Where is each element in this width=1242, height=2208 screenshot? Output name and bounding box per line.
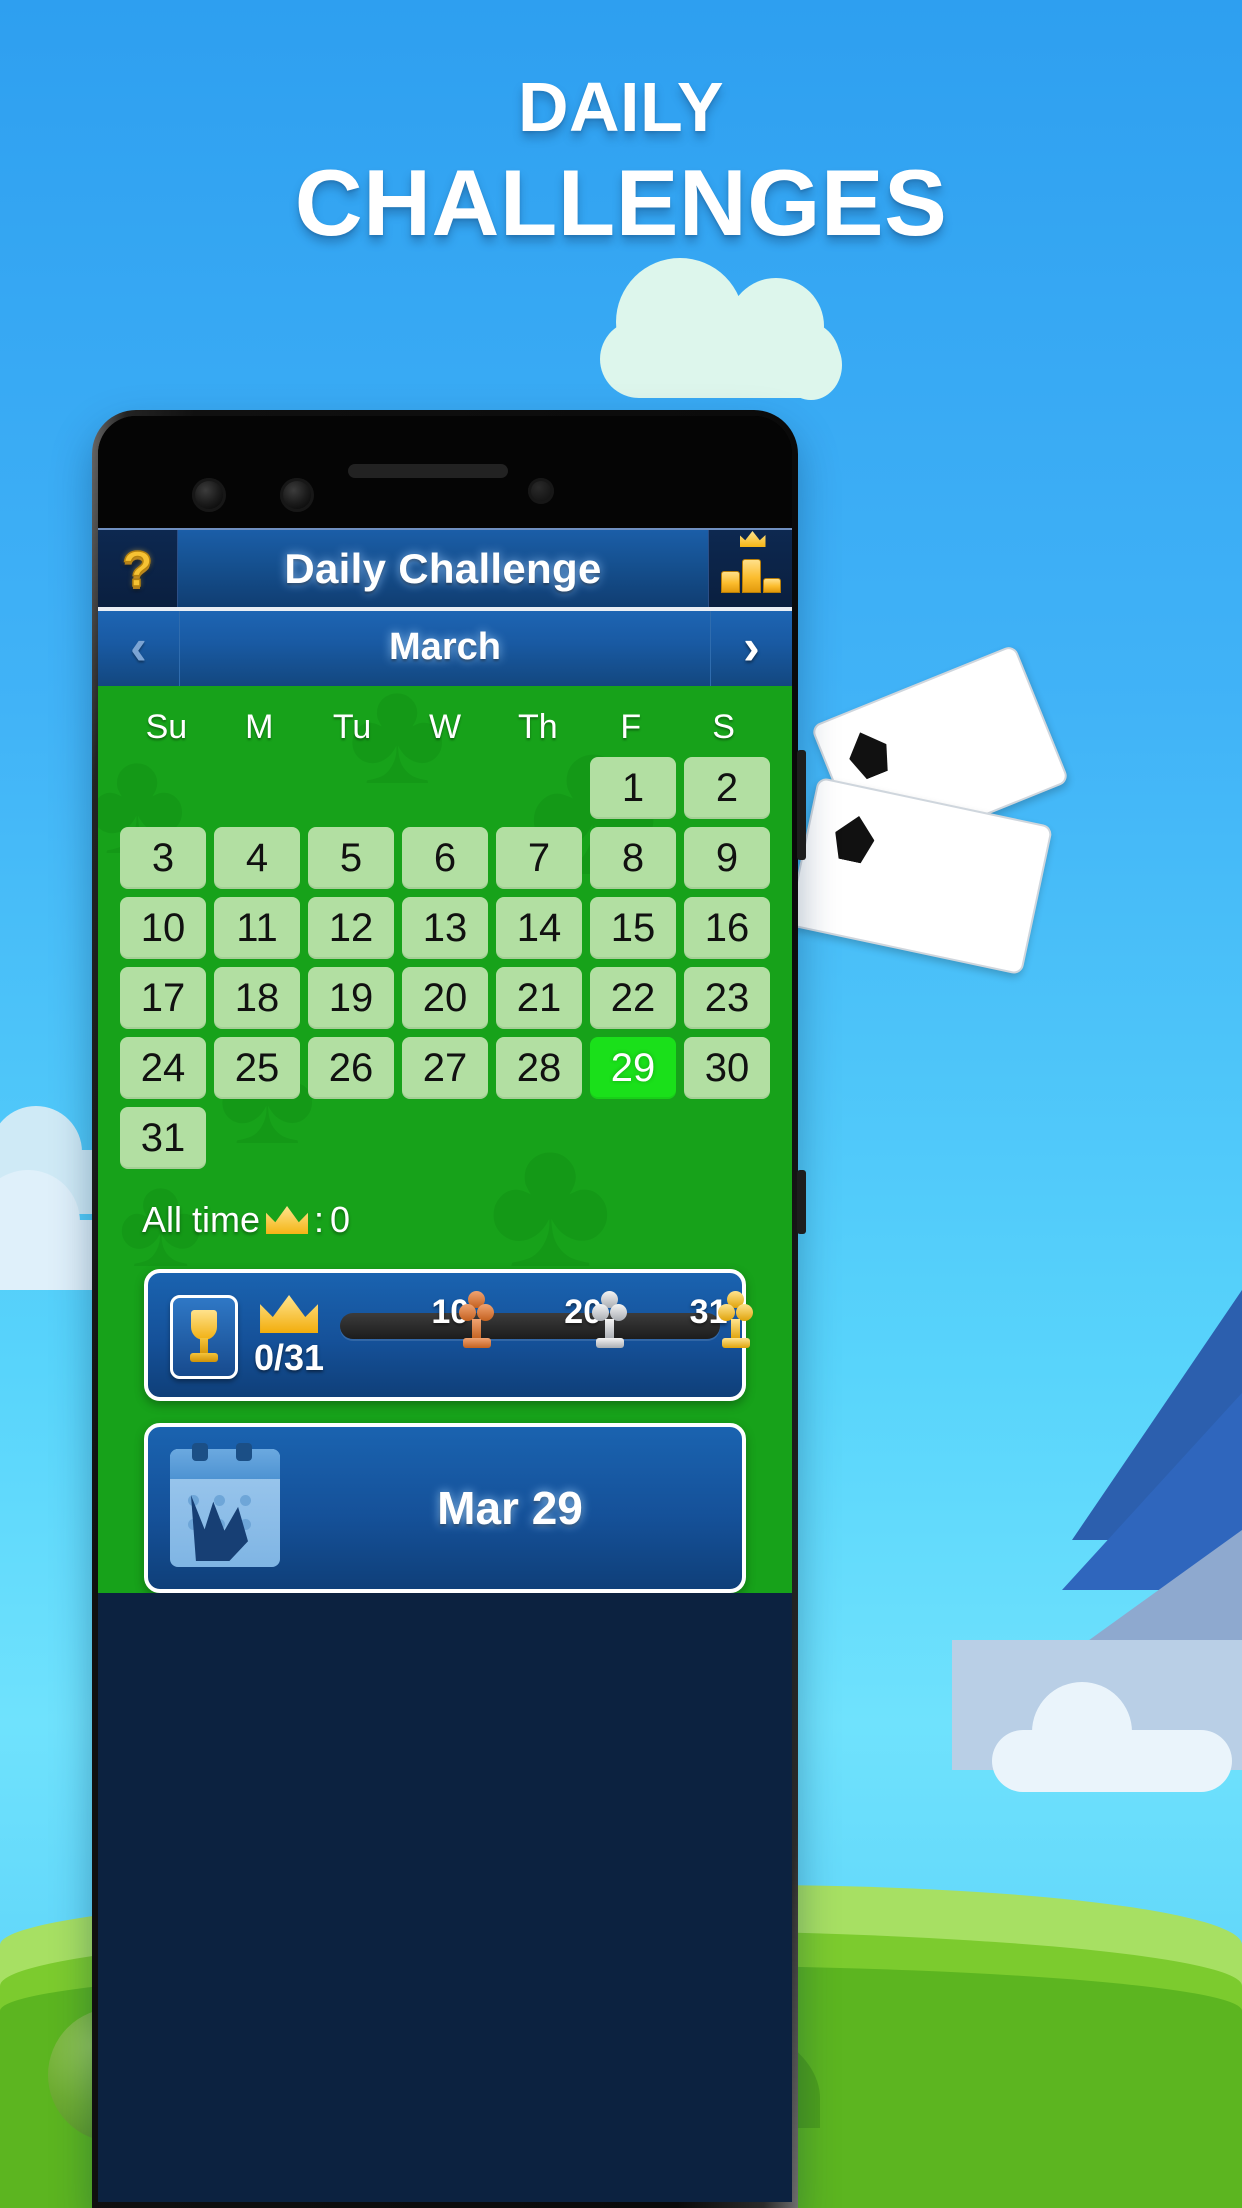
weekday-header: Su	[145, 708, 188, 746]
milestone-silver: 20	[535, 1291, 631, 1348]
app-title-container: Daily Challenge	[178, 530, 708, 608]
calendar-cell[interactable]: 7	[496, 827, 582, 889]
calendar-cell[interactable]: 23	[684, 967, 770, 1029]
milestone-bronze: 10	[402, 1291, 498, 1348]
daily-challenge-card[interactable]: Mar 29	[144, 1423, 746, 1593]
calendar-cell[interactable]: 22	[590, 967, 676, 1029]
all-time-value: 0	[330, 1199, 351, 1240]
app-screen: ? Daily Challenge ‹ March › ♣ ♣ ♣ ♣ Su M…	[98, 528, 792, 2202]
calendar-cell[interactable]: 8	[590, 827, 676, 889]
phone-bezel	[98, 416, 792, 528]
progress-count: 0/31	[254, 1337, 325, 1378]
calendar-cell[interactable]: 14	[496, 897, 582, 959]
calendar-cell-today[interactable]: 29	[590, 1037, 676, 1099]
crown-icon	[260, 1295, 319, 1333]
calendar-cell[interactable]: 11	[214, 897, 300, 959]
calendar-cell[interactable]: 24	[120, 1037, 206, 1099]
weekday-header: F	[620, 708, 642, 746]
trophy-card-icon[interactable]	[170, 1295, 238, 1379]
current-month-label: March	[389, 625, 501, 668]
calendar-cell[interactable]: 25	[214, 1037, 300, 1099]
calendar-cell[interactable]: 17	[120, 967, 206, 1029]
podium-crown-icon	[720, 531, 781, 593]
calendar-cell-empty	[496, 757, 582, 819]
calendar-board: ♣ ♣ ♣ ♣ ♣ ♣ SuMTuWThFS 12345678910111213…	[98, 686, 792, 1593]
calendar-cell[interactable]: 26	[308, 1037, 394, 1099]
calendar-cell[interactable]: 18	[214, 967, 300, 1029]
weekday-header: W	[428, 708, 462, 746]
calendar-cell-empty	[120, 757, 206, 819]
calendar-cell[interactable]: 19	[308, 967, 394, 1029]
calendar-cell[interactable]: 4	[214, 827, 300, 889]
camera-icon	[280, 478, 314, 512]
calendar-grid: 1 2 3 4 5 6 7 8 9 10 11 12 13 14 15 16 17 18 19 20 21 22 23 24 2…	[120, 757, 770, 1169]
calendar-cell[interactable]: 5	[308, 827, 394, 889]
all-time-label: All time	[142, 1199, 261, 1240]
weekday-header: S	[712, 708, 735, 746]
screenshot-stage: DAILY CHALLENGES ? Daily Challenge ‹ Mar…	[0, 0, 1242, 2208]
calendar-cell[interactable]: 31	[120, 1107, 206, 1169]
progress-track: 10 20 31	[340, 1291, 753, 1383]
calendar-cell[interactable]: 3	[120, 827, 206, 889]
calendar-cell-empty	[402, 757, 488, 819]
volume-button	[797, 750, 806, 860]
progress-panel[interactable]: 0/31 10 20 31	[144, 1269, 753, 1401]
calendar-hand-icon	[170, 1443, 280, 1567]
calendar-cell[interactable]: 21	[496, 967, 582, 1029]
milestone-gold: 31	[661, 1291, 757, 1348]
calendar-cell[interactable]: 28	[496, 1037, 582, 1099]
calendar-cell[interactable]: 15	[590, 897, 676, 959]
weekday-header: Th	[518, 708, 558, 746]
next-month-button[interactable]: ›	[710, 608, 792, 686]
hero-line-2: CHALLENGES	[294, 150, 948, 255]
all-time-row: All time : 0	[120, 1169, 770, 1263]
sensor-icon	[528, 478, 554, 504]
help-button[interactable]: ?	[98, 530, 178, 608]
all-time-separator: :	[314, 1199, 325, 1240]
cloud-decoration	[780, 330, 842, 400]
calendar-cell[interactable]: 6	[402, 827, 488, 889]
phone-mockup: ? Daily Challenge ‹ March › ♣ ♣ ♣ ♣ Su M…	[92, 410, 806, 2208]
cloud-decoration	[992, 1682, 1232, 1792]
calendar-cell[interactable]: 16	[684, 897, 770, 959]
month-navigation: ‹ March ›	[98, 608, 792, 686]
challenge-date-label: Mar 29	[437, 1482, 583, 1534]
hero-title: DAILY CHALLENGES	[0, 72, 1242, 250]
prev-month-button[interactable]: ‹	[98, 608, 180, 686]
calendar-cell[interactable]: 30	[684, 1037, 770, 1099]
calendar-cell[interactable]: 10	[120, 897, 206, 959]
app-header: ? Daily Challenge	[98, 528, 792, 611]
page-title: Daily Challenge	[284, 545, 602, 592]
camera-icon	[192, 478, 226, 512]
power-button	[797, 1170, 806, 1234]
weekday-header-row: Su M Tu W Th F S	[120, 696, 770, 757]
calendar-cell[interactable]: 27	[402, 1037, 488, 1099]
calendar-cell[interactable]: 13	[402, 897, 488, 959]
weekday-header: M	[245, 708, 274, 746]
calendar-cell[interactable]: 2	[684, 757, 770, 819]
speaker-grill	[348, 464, 508, 478]
weekday-header: Tu	[332, 708, 372, 746]
calendar-cell[interactable]: 9	[684, 827, 770, 889]
calendar-cell-empty	[308, 757, 394, 819]
progress-count-group: 0/31	[254, 1295, 324, 1379]
calendar-cell[interactable]: 20	[402, 967, 488, 1029]
question-mark-icon: ?	[121, 540, 153, 598]
crown-icon	[266, 1206, 309, 1234]
calendar-cell[interactable]: 1	[590, 757, 676, 819]
calendar-cell[interactable]: 12	[308, 897, 394, 959]
calendar-cell-empty	[214, 757, 300, 819]
leaderboard-button[interactable]	[708, 530, 792, 608]
hero-line-1: DAILY	[517, 68, 725, 146]
